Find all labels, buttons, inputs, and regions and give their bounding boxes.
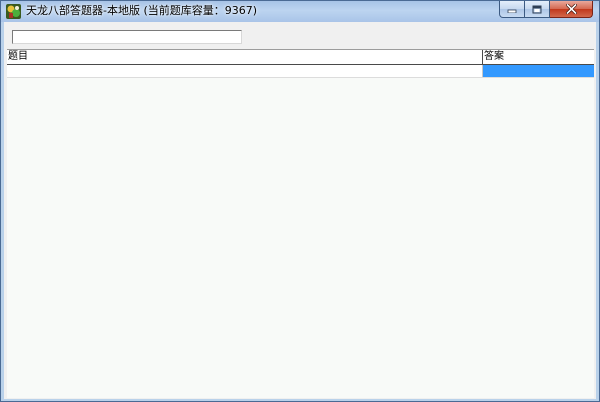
maximize-icon [532,5,542,13]
title-bar[interactable]: 天龙八部答题器-本地版 (当前题库容量：9367) [1,1,599,22]
table-row[interactable] [7,65,594,78]
window-title: 天龙八部答题器-本地版 (当前题库容量：9367) [26,4,258,17]
answer-cell[interactable] [483,65,594,77]
minimize-icon [507,9,517,13]
answer-grid[interactable]: 题目 答案 [7,49,594,398]
grid-header: 题目 答案 [7,50,594,65]
app-icon [6,4,21,19]
app-window: 天龙八部答题器-本地版 (当前题库容量：9367) 题目 答案 [0,0,600,402]
column-header-question[interactable]: 题目 [7,50,483,64]
question-cell[interactable] [7,65,483,77]
close-icon [565,4,577,14]
client-area: 题目 答案 [4,22,596,399]
maximize-button[interactable] [525,1,550,18]
caption-buttons [499,1,593,19]
close-button[interactable] [550,1,593,18]
column-header-answer[interactable]: 答案 [483,50,594,64]
search-input[interactable] [12,30,242,44]
minimize-button[interactable] [499,1,525,18]
